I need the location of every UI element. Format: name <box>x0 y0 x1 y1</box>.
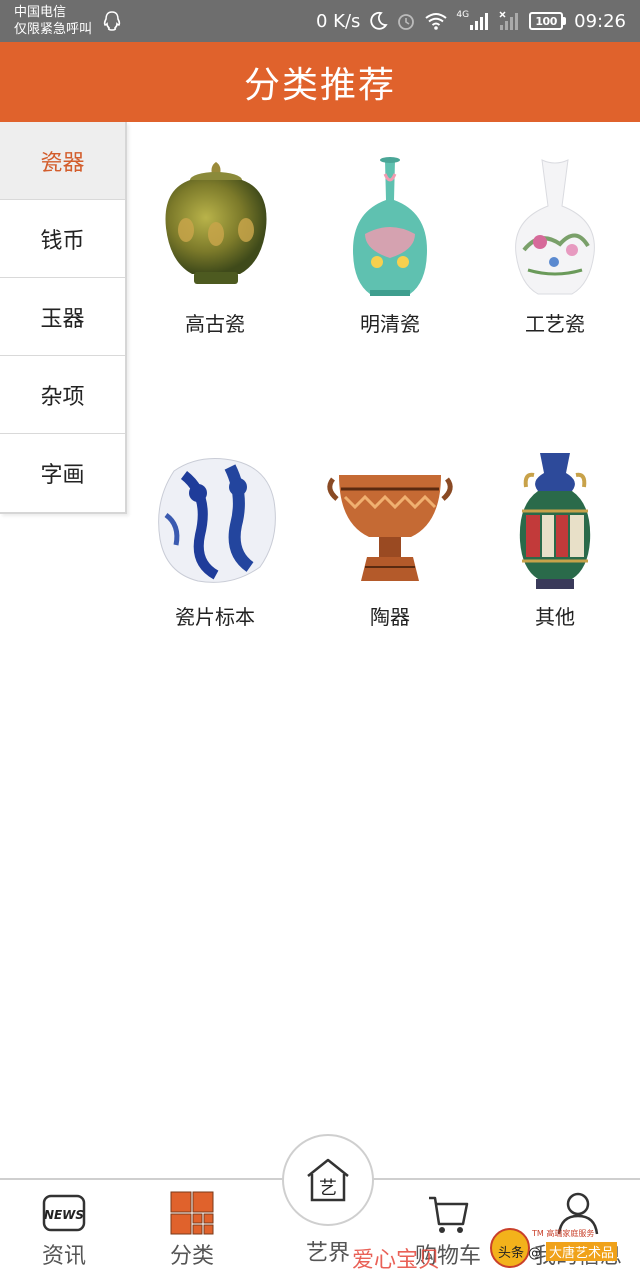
painted-pottery-bowl-image <box>327 475 453 581</box>
sidebar-item-coins[interactable]: 钱币 <box>0 200 125 278</box>
painted-white-vase-image <box>515 159 595 295</box>
battery-level: 100 <box>529 12 564 30</box>
news-icon: NEWS <box>42 1194 86 1232</box>
clock: 09:26 <box>574 10 626 32</box>
cart-icon <box>429 1196 469 1233</box>
nav-item-news[interactable]: NEWS 资讯 <box>14 1190 114 1270</box>
famille-rose-vase-image <box>353 157 427 296</box>
signal-icon <box>470 13 489 30</box>
subcategory-shard-specimen[interactable]: 瓷片标本 <box>140 445 290 635</box>
sidebar-item-calligraphy-painting[interactable]: 字画 <box>0 434 125 512</box>
network-speed: 0 K/s <box>316 10 361 32</box>
alarm-icon <box>398 14 415 30</box>
wifi-icon <box>425 13 448 30</box>
subcategory-label: 瓷片标本 <box>175 605 255 629</box>
news-icon-text: NEWS <box>44 1208 84 1222</box>
carrier-name: 中国电信 <box>14 5 67 20</box>
subcategory-label: 工艺瓷 <box>525 312 585 336</box>
sidebar-item-miscellaneous[interactable]: 杂项 <box>0 356 125 434</box>
battery-icon: 100 <box>529 12 567 30</box>
blue-white-shard-image <box>158 458 276 583</box>
watermark-source: 头条 @ <box>498 1246 542 1261</box>
subcategory-label: 其他 <box>535 605 575 629</box>
emergency-only: 仅限紧急呼叫 <box>14 22 93 37</box>
subcategory-craft-porcelain[interactable]: 工艺瓷 <box>480 150 630 340</box>
subcategory-other[interactable]: 其他 <box>480 445 630 635</box>
page-title: 分类推荐 <box>243 65 396 106</box>
network-type: 4G <box>456 10 470 20</box>
header-bar: 分类推荐 <box>0 42 640 122</box>
subcategory-label: 陶器 <box>370 605 410 629</box>
subcategory-ancient-porcelain[interactable]: 高古瓷 <box>140 150 290 340</box>
home-art-icon-text: 艺 <box>319 1178 337 1199</box>
watermark-badge: TM 高端家庭服务 头条 @ 大唐艺术品 <box>490 1226 636 1272</box>
status-bar: 中国电信 仅限紧急呼叫 0 K/s 4G 100 09:26 <box>0 0 640 42</box>
carrier-info: 中国电信 仅限紧急呼叫 <box>14 4 92 38</box>
watermark-tm: TM 高端家庭服务 <box>532 1229 595 1238</box>
subcategory-pottery[interactable]: 陶器 <box>315 445 465 635</box>
sidebar-item-porcelain[interactable]: 瓷器 <box>0 122 125 200</box>
green-glazed-jar-image <box>165 162 267 284</box>
qq-icon <box>103 11 121 31</box>
moon-icon <box>370 11 389 30</box>
no-signal-icon <box>499 11 519 30</box>
subcategory-ming-qing-porcelain[interactable]: 明清瓷 <box>315 150 465 340</box>
home-art-icon: 艺 <box>307 1158 349 1202</box>
category-grid-icon <box>170 1191 214 1235</box>
watermark-text: 爱心宝贝 <box>352 1248 441 1273</box>
subcategory-label: 高古瓷 <box>185 312 245 336</box>
subcategory-label: 明清瓷 <box>360 312 420 336</box>
nav-label-news: 资讯 <box>41 1244 86 1269</box>
cloisonne-vase-image <box>519 453 591 589</box>
nav-label-category: 分类 <box>169 1244 214 1269</box>
nav-item-category[interactable]: 分类 <box>142 1190 242 1270</box>
category-sidebar: 瓷器 钱币 玉器 杂项 字画 <box>0 122 127 514</box>
sidebar-item-jade[interactable]: 玉器 <box>0 278 125 356</box>
watermark-account: 大唐艺术品 <box>546 1242 618 1261</box>
art-world-center-button[interactable]: 艺 <box>282 1134 374 1226</box>
